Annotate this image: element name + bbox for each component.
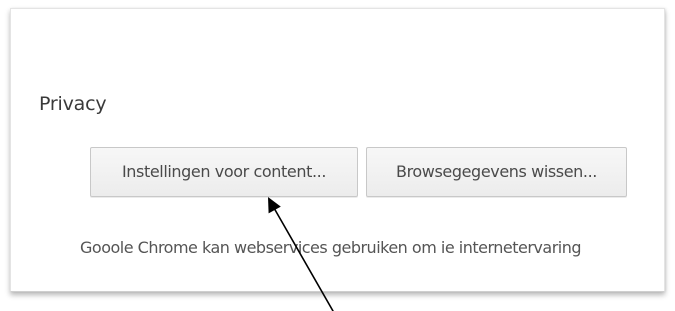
screenshot-stage: Privacy Instellingen voor content... Bro… [0, 0, 675, 311]
web-services-description: Gooole Chrome kan webservices gebruiken … [80, 238, 582, 257]
privacy-section-title: Privacy [39, 93, 107, 115]
settings-panel: Privacy Instellingen voor content... Bro… [10, 8, 665, 292]
content-settings-button[interactable]: Instellingen voor content... [90, 147, 358, 197]
clear-browsing-data-button[interactable]: Browsegegevens wissen... [366, 147, 627, 197]
